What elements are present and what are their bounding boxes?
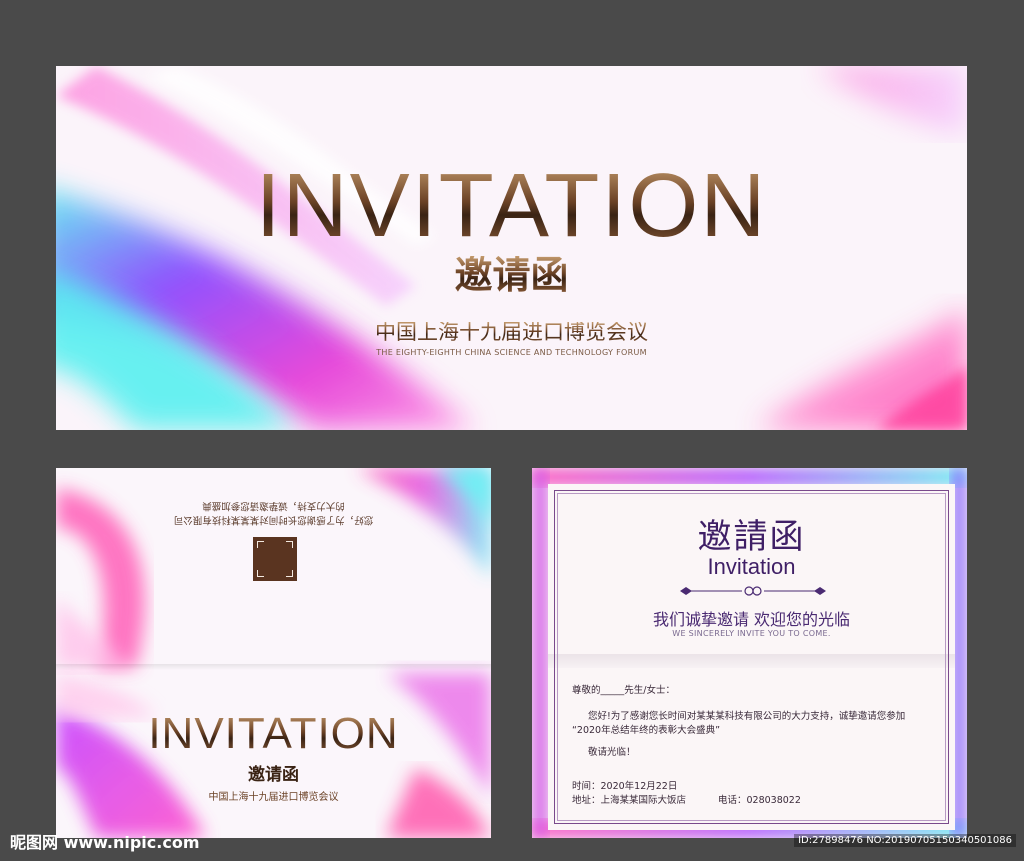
invitation-title: INVITATION bbox=[56, 161, 967, 251]
event-phone: 电话：028038022 bbox=[718, 795, 801, 806]
event-time: 时间：2020年12月22日 bbox=[572, 781, 678, 792]
event-name: 中国上海十九届进口博览会议 bbox=[56, 322, 967, 343]
invite-heading-en: WE SINCERELY INVITE YOU TO COME. bbox=[672, 629, 831, 638]
ornament-divider-icon bbox=[680, 586, 826, 596]
body-text-line: “2020年总结年终的表彰大会盛典” bbox=[572, 725, 721, 736]
upside-down-text-block: 您好，为了感谢您长时间对某某某科技有限公司 的大力支持，诚挚邀请您参加盛典 bbox=[56, 498, 491, 526]
invitation-title-en: Invitation bbox=[707, 554, 796, 579]
event-name-en: THE EIGHTY-EIGHTH CHINA SCIENCE AND TECH… bbox=[376, 348, 647, 357]
upside-text-line: 您好，为了感谢您长时间对某某某科技有限公司 bbox=[173, 514, 374, 525]
body-text-line: 您好!为了感谢您长时间对某某某科技有限公司的大力支持，诚挚邀请您参加 bbox=[588, 711, 906, 722]
invitation-subtitle-cn: 邀请函 bbox=[248, 765, 299, 785]
letter-paper: 邀請函 Invitation 我们诚挚邀请 欢迎您的光临 WE SINCEREL… bbox=[548, 484, 955, 830]
invite-heading: 我们诚挚邀请 欢迎您的光临 bbox=[652, 610, 851, 629]
image-id-watermark: ID:27898476 NO:20190705150340501086 bbox=[794, 834, 1016, 847]
upside-text-line: 的大力支持，诚挚邀请您参加盛典 bbox=[202, 500, 345, 511]
invitation-title: INVITATION bbox=[56, 712, 491, 756]
event-address: 地址：上海某某国际大饭店 bbox=[572, 795, 687, 806]
invitation-inner-card: 邀請函 Invitation 我们诚挚邀请 欢迎您的光临 WE SINCEREL… bbox=[532, 468, 967, 838]
site-watermark: 昵图网 www.nipic.com bbox=[10, 833, 200, 852]
fold-crease bbox=[56, 664, 491, 670]
invitation-subtitle-cn: 邀请函 bbox=[56, 256, 967, 294]
greeting-line: 尊敬的_____先生/女士： bbox=[572, 685, 675, 696]
invitation-front-card: INVITATION 邀请函 中国上海十九届进口博览会议 THE EIGHTY-… bbox=[56, 66, 967, 430]
invitation-folded-card: 您好，为了感谢您长时间对某某某科技有限公司 的大力支持，诚挚邀请您参加盛典 IN… bbox=[56, 468, 491, 838]
invitation-title-cn: 邀請函 bbox=[697, 517, 806, 557]
seal-stamp-icon bbox=[253, 537, 297, 581]
welcome-text: 敬请光临！ bbox=[588, 747, 636, 758]
event-name: 中国上海十九届进口博览会议 bbox=[208, 792, 339, 803]
